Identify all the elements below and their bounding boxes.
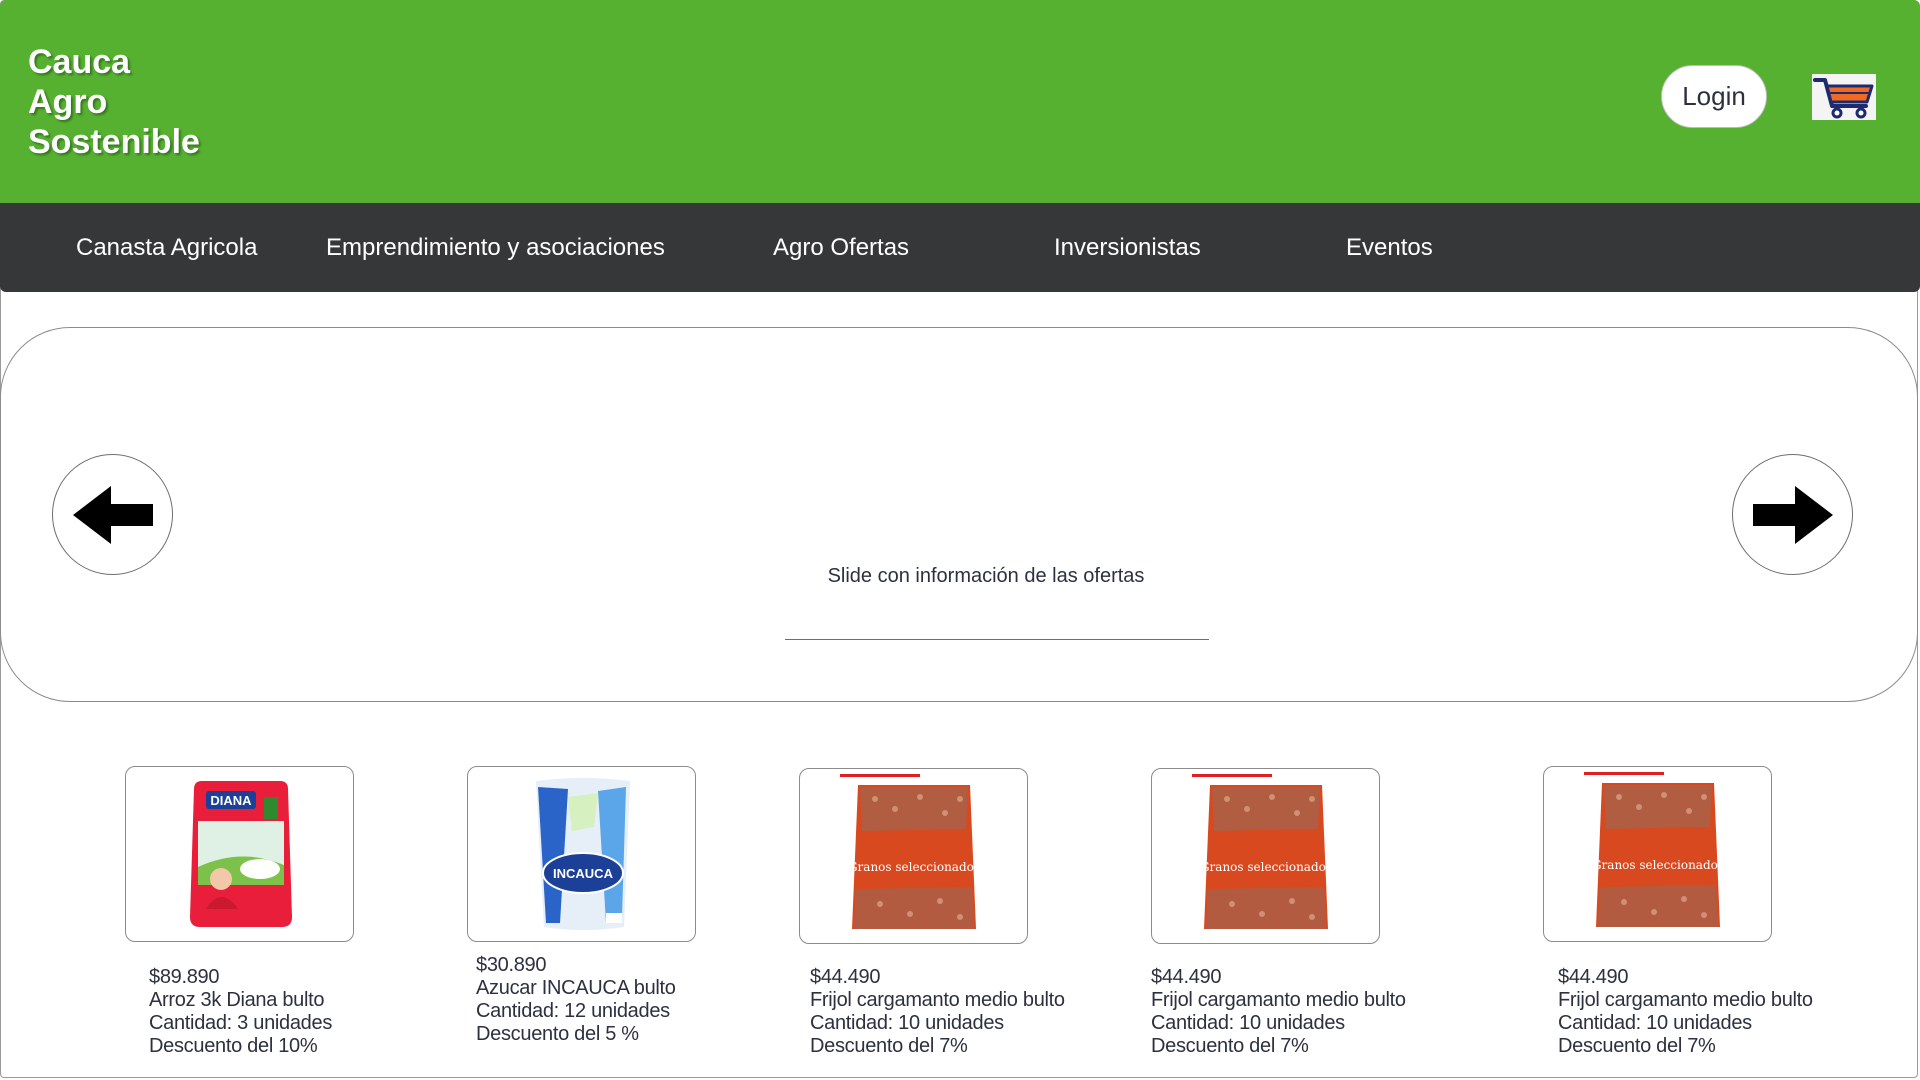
product-discount: Descuento del 7% <box>1558 1035 1716 1057</box>
nav-item-emprendimiento[interactable]: Emprendimiento y asociaciones <box>326 203 665 292</box>
product-logo-text: Granos seleccionados <box>1592 858 1724 872</box>
product-image-arroz[interactable]: DIANA <box>125 766 354 942</box>
sugar-bag-image: INCAUCA <box>536 778 630 930</box>
rice-bag-image: DIANA <box>190 781 292 927</box>
product-name: Frijol cargamanto medio bulto <box>1558 989 1813 1011</box>
product-price: $44.490 <box>1151 966 1222 988</box>
site-header: Cauca Agro Sostenible Login <box>0 0 1920 203</box>
beans-bag-image: Granos seleccionados <box>1584 772 1724 927</box>
product-info-frijol-3: $44.490 Frijol cargamanto medio bulto Ca… <box>1558 966 1813 1058</box>
product-info-frijol-2: $44.490 Frijol cargamanto medio bulto Ca… <box>1151 966 1406 1058</box>
product-logo-text: Granos seleccionados <box>1200 860 1332 874</box>
product-logo-text: Granos seleccionados <box>848 860 980 874</box>
product-image-azucar[interactable]: INCAUCA <box>467 766 696 942</box>
product-image-frijol-2[interactable]: Granos seleccionados <box>1151 768 1380 944</box>
product-name: Frijol cargamanto medio bulto <box>1151 989 1406 1011</box>
product-price: $44.490 <box>1558 966 1629 988</box>
slider-next-button[interactable] <box>1732 454 1853 575</box>
shopping-cart-icon <box>1813 78 1874 119</box>
product-name: Azucar INCAUCA bulto <box>476 977 676 999</box>
product-discount: Descuento del 5 % <box>476 1023 639 1045</box>
slide-indicator-line <box>785 639 1209 640</box>
slide-caption: Slide con información de las ofertas <box>827 565 1145 587</box>
main-nav: Canasta Agricola Emprendimiento y asocia… <box>0 203 1920 292</box>
cart-button[interactable] <box>1812 74 1876 120</box>
product-info-azucar: $30.890 Azucar INCAUCA bulto Cantidad: 1… <box>476 954 676 1046</box>
arrow-left-icon <box>72 485 153 544</box>
product-image-frijol-3[interactable]: Granos seleccionados <box>1543 766 1772 942</box>
product-discount: Descuento del 7% <box>1151 1035 1309 1057</box>
product-discount: Descuento del 7% <box>810 1035 968 1057</box>
nav-item-agro-ofertas[interactable]: Agro Ofertas <box>773 203 909 292</box>
login-button[interactable]: Login <box>1661 65 1767 128</box>
offers-slider <box>0 327 1918 702</box>
slider-prev-button[interactable] <box>52 454 173 575</box>
product-quantity: Cantidad: 10 unidades <box>810 1012 1004 1034</box>
product-name: Frijol cargamanto medio bulto <box>810 989 1065 1011</box>
nav-item-inversionistas[interactable]: Inversionistas <box>1054 203 1201 292</box>
product-price: $89.890 <box>149 966 220 988</box>
nav-item-eventos[interactable]: Eventos <box>1346 203 1433 292</box>
nav-item-canasta-agricola[interactable]: Canasta Agricola <box>76 203 257 292</box>
product-quantity: Cantidad: 10 unidades <box>1151 1012 1345 1034</box>
product-price: $44.490 <box>810 966 881 988</box>
product-price: $30.890 <box>476 954 547 976</box>
beans-bag-image: Granos seleccionados <box>1192 774 1332 929</box>
product-quantity: Cantidad: 3 unidades <box>149 1012 333 1034</box>
product-quantity: Cantidad: 12 unidades <box>476 1000 670 1022</box>
product-logo-text: INCAUCA <box>553 866 614 881</box>
product-logo-text: DIANA <box>210 793 252 808</box>
beans-bag-image: Granos seleccionados <box>840 774 980 929</box>
product-quantity: Cantidad: 10 unidades <box>1558 1012 1752 1034</box>
product-image-frijol-1[interactable]: Granos seleccionados <box>799 768 1028 944</box>
product-discount: Descuento del 10% <box>149 1035 318 1057</box>
product-name: Arroz 3k Diana bulto <box>149 989 325 1011</box>
product-info-frijol-1: $44.490 Frijol cargamanto medio bulto Ca… <box>810 966 1065 1058</box>
brand-title[interactable]: Cauca Agro Sostenible <box>28 42 200 162</box>
arrow-right-icon <box>1752 485 1833 544</box>
product-info-arroz: $89.890 Arroz 3k Diana bulto Cantidad: 3… <box>149 966 332 1058</box>
